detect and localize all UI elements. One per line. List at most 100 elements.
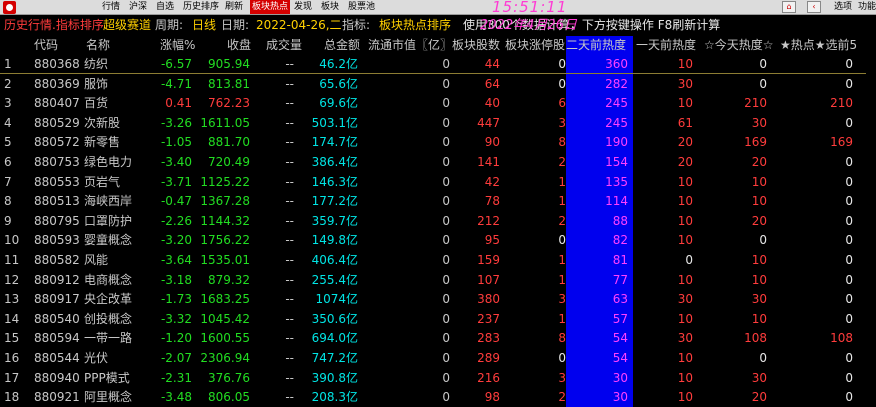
table-row[interactable]: 5 880572 新零售 -1.05 881.70 -- 174.7亿 0 90 8 190 20 16… [0,133,876,152]
cell-market-cap: 0 [442,351,450,365]
home-icon[interactable]: ⌂ [782,1,796,13]
menu-item-stock-pool[interactable]: 股票池 [346,0,377,14]
cell-heat-today: 0 [759,233,767,248]
cell-amount: 69.6亿 [319,96,358,111]
menu-item-shanghai-shenzhen[interactable]: 沪深 [127,0,149,14]
cell-close: 806.05 [208,390,250,405]
header-name[interactable]: 名称 [86,36,110,55]
menu-item-sector-hotspot[interactable]: 板块热点 [250,0,291,14]
table-row[interactable]: 13 880917 央企改革 -1.73 1683.25 -- 1074亿 0 380 3 63 30… [0,290,876,309]
cell-heat-2d: 114 [605,194,628,209]
table-row[interactable]: 14 880540 创投概念 -3.32 1045.42 -- 350.6亿 0 237 1 57 1… [0,310,876,329]
row-index: 13 [4,292,20,307]
header-sector-count[interactable]: 板块股数 [452,36,500,55]
row-index: 9 [4,213,12,228]
cell-market-cap: 0 [442,292,450,307]
table-row[interactable]: 12 880912 电商概念 -3.18 879.32 -- 255.4亿 0 107 1 77 10… [0,271,876,290]
header-change[interactable]: 涨幅% [160,36,195,55]
table-row[interactable]: 7 880553 页岩气 -3.71 1125.22 -- 146.3亿 0 42 1 135 10 1… [0,173,876,192]
cell-hot-top5: 0 [845,390,853,405]
header-code[interactable]: 代码 [34,36,58,55]
header-heat-2d[interactable]: 二天前热度 [566,36,626,55]
cell-change: -2.07 [160,351,192,365]
table-row[interactable]: 2 880369 服饰 -4.71 813.81 -- 65.6亿 0 64 0 282 30 0 0 [0,75,876,94]
header-market-cap[interactable]: 流通市值〖亿〗 [368,36,452,55]
cell-code: 880369 [34,76,80,91]
table-row[interactable]: 3 880407 百货 0.41 762.23 -- 69.6亿 0 40 6 245 10 210 21… [0,94,876,113]
header-volume[interactable]: 成交量 [266,36,302,55]
cell-limit-up: 8 [558,135,566,150]
menu-item-history-sort[interactable]: 历史排序 [181,0,221,14]
cell-heat-1d: 20 [677,135,693,150]
cell-sector-count: 380 [477,292,500,307]
table-header: 代码 名称 涨幅% 收盘 成交量 总金额 流通市值〖亿〗 板块股数 板块涨停股 … [0,36,876,55]
cell-heat-today: 30 [751,292,767,307]
vertical-scrollbar[interactable] [866,55,876,407]
cell-amount: 146.3亿 [311,174,358,189]
header-heat-1d[interactable]: 一天前热度 [636,36,696,55]
cell-sector-count: 64 [484,76,500,91]
cell-code: 880917 [34,292,80,307]
cell-close: 1045.42 [200,311,250,326]
cell-limit-up: 2 [558,155,566,169]
table-row[interactable]: 9 880795 口罩防护 -2.26 1144.32 -- 359.7亿 0 212 2 88 10… [0,212,876,231]
back-icon[interactable]: ‹ [807,1,821,13]
table-row[interactable]: 8 880513 海峡西岸 -0.47 1367.28 -- 177.2亿 0 78 1 114 10… [0,192,876,211]
cell-limit-up: 1 [558,174,566,189]
row-index: 14 [4,311,20,326]
cell-sector-count: 237 [477,311,500,326]
table-row[interactable]: 11 880582 风能 -3.64 1535.01 -- 406.4亿 0 159 1 81 0 10… [0,251,876,270]
date-value: 2022-04-26,二 [256,18,342,32]
cell-hot-top5: 0 [845,57,853,71]
cell-change: -3.40 [160,155,192,169]
cell-sector-count: 216 [477,370,500,385]
header-heat-today[interactable]: ☆今天热度☆ [704,36,774,55]
cell-amount: 390.8亿 [311,370,358,385]
table-row[interactable]: 18 880921 阿里概念 -3.48 806.05 -- 208.3亿 0 98 2 30 10 2… [0,388,876,407]
cell-close: 1600.55 [200,331,250,346]
menu-item-quotes[interactable]: 行情 [100,0,122,14]
header-amount[interactable]: 总金额 [324,36,360,55]
cell-amount: 149.8亿 [311,233,358,248]
header-limit-up[interactable]: 板块涨停股 [505,36,565,55]
cell-sector-count: 283 [477,331,500,346]
table-row[interactable]: 6 880753 绿色电力 -3.40 720.49 -- 386.4亿 0 141 2 154 20… [0,153,876,172]
table-row[interactable]: 10 880593 婴童概念 -3.20 1756.22 -- 149.8亿 0 95 0 82 10… [0,231,876,250]
menu-item-sectors[interactable]: 板块 [319,0,341,14]
table-row[interactable]: 17 880940 PPP模式 -2.31 376.76 -- 390.8亿 0 216 3 30 1… [0,369,876,388]
cell-close: 1535.01 [200,253,250,267]
cell-heat-1d: 30 [677,331,693,346]
menu-item-discover[interactable]: 发现 [292,0,314,14]
menu-item-refresh[interactable]: 刷新 [223,0,245,14]
table-row[interactable]: 4 880529 次新股 -3.26 1611.05 -- 503.1亿 0 447 3 245 61… [0,114,876,133]
menu-item-watchlist[interactable]: 自选 [154,0,176,14]
table-row[interactable]: 16 880544 光伏 -2.07 2306.94 -- 747.2亿 0 289 0 54 10 0… [0,349,876,368]
cell-change: -1.05 [160,135,192,150]
cell-market-cap: 0 [442,213,450,228]
app-logo-icon[interactable] [3,1,16,14]
header-close[interactable]: 收盘 [227,36,251,55]
cell-market-cap: 0 [442,331,450,346]
cell-hot-top5: 0 [845,253,853,267]
cell-code: 880582 [34,253,80,267]
cell-heat-today: 10 [751,253,767,267]
row-index: 18 [4,390,20,405]
cell-volume: -- [285,115,294,130]
cell-change: -6.57 [160,57,192,71]
menu-item-options[interactable]: 选项 [832,0,854,14]
cell-hot-top5: 108 [830,331,853,346]
clock-date: 2022年4月26日 [480,18,577,33]
cell-heat-2d: 81 [612,253,628,267]
cell-volume: -- [285,76,294,91]
cell-amount: 350.6亿 [311,311,358,326]
cell-amount: 386.4亿 [311,155,358,169]
table-row[interactable]: 1 880368 纺织 -6.57 905.94 -- 46.2亿 0 44 0 360 10 0 0 [0,55,876,74]
table-row[interactable]: 15 880594 一带一路 -1.20 1600.55 -- 694.0亿 0 283 8 54 3… [0,329,876,348]
cell-close: 720.49 [208,155,250,169]
cell-limit-up: 1 [558,272,566,287]
menu-item-functions[interactable]: 功能 [856,0,876,14]
cell-market-cap: 0 [442,194,450,209]
cell-sector-count: 98 [484,390,500,405]
header-hot-top5[interactable]: ★热点★选前5 [780,36,857,55]
cell-heat-1d: 10 [677,194,693,209]
